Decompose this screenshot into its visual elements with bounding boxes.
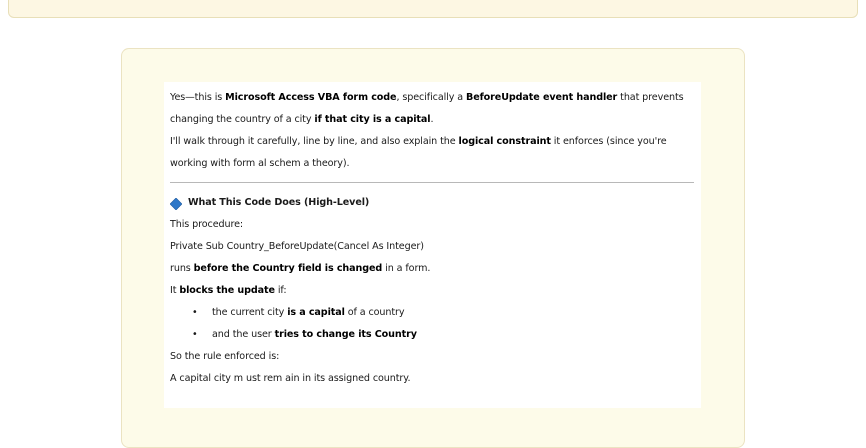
text: I'll walk through it carefully, line by … xyxy=(170,136,459,147)
text: runs xyxy=(170,263,194,274)
body-line: This procedure: xyxy=(170,219,244,230)
response-content: Yes—this is Microsoft Access VBA form co… xyxy=(164,82,701,408)
text: in a form. xyxy=(382,263,431,274)
intro-line-1: Yes—this is Microsoft Access VBA form co… xyxy=(170,87,694,109)
bold-text: logical constraint xyxy=(458,136,551,147)
text: , specifically a xyxy=(396,92,466,103)
section-title: What This Code Does (High-Level) xyxy=(188,197,370,208)
text: and the user xyxy=(212,329,275,340)
text: changing the country of a city xyxy=(170,114,315,125)
bullet: • xyxy=(192,307,198,318)
intro-line-2: changing the country of a city if that c… xyxy=(170,109,694,131)
bullet: • xyxy=(192,329,198,340)
code-line: Private Sub Country_BeforeUpdate(Cancel … xyxy=(170,241,424,252)
bold-text: blocks the update xyxy=(179,285,275,296)
bold-text: is a capital xyxy=(287,307,345,318)
bold-text: BeforeUpdate event handler xyxy=(465,92,618,103)
text: of a country xyxy=(344,307,405,318)
intro-line-3: I'll walk through it carefully, line by … xyxy=(170,131,694,153)
bold-text: if that city is a capital xyxy=(314,114,431,125)
body-line: It blocks the update if: xyxy=(170,280,694,302)
intro-line-4: working with form al schem a theory). xyxy=(170,158,350,169)
text: if: xyxy=(274,285,287,296)
text: It xyxy=(170,285,180,296)
section-heading: What This Code Does (High-Level) xyxy=(169,192,694,214)
bold-text: tries to change its Country xyxy=(274,329,417,340)
list-item: • the current city is a capital of a cou… xyxy=(170,302,694,324)
text: Yes—this is xyxy=(170,92,226,103)
list-item: • and the user tries to change its Count… xyxy=(170,324,694,346)
body-line: So the rule enforced is: xyxy=(170,351,280,362)
body-line: runs before the Country field is changed… xyxy=(170,258,694,280)
bold-text: Microsoft Access VBA form code xyxy=(225,92,397,103)
text: that prevents xyxy=(617,92,684,103)
blue-diamond-icon xyxy=(169,197,183,211)
body-line: A capital city m ust rem ain in its assi… xyxy=(170,373,411,384)
bold-text: before the Country field is changed xyxy=(193,263,383,274)
top-banner xyxy=(8,0,858,18)
text: the current city xyxy=(212,307,288,318)
text: it enforces (since you're xyxy=(550,136,667,147)
text: . xyxy=(430,114,434,125)
divider xyxy=(170,182,694,183)
